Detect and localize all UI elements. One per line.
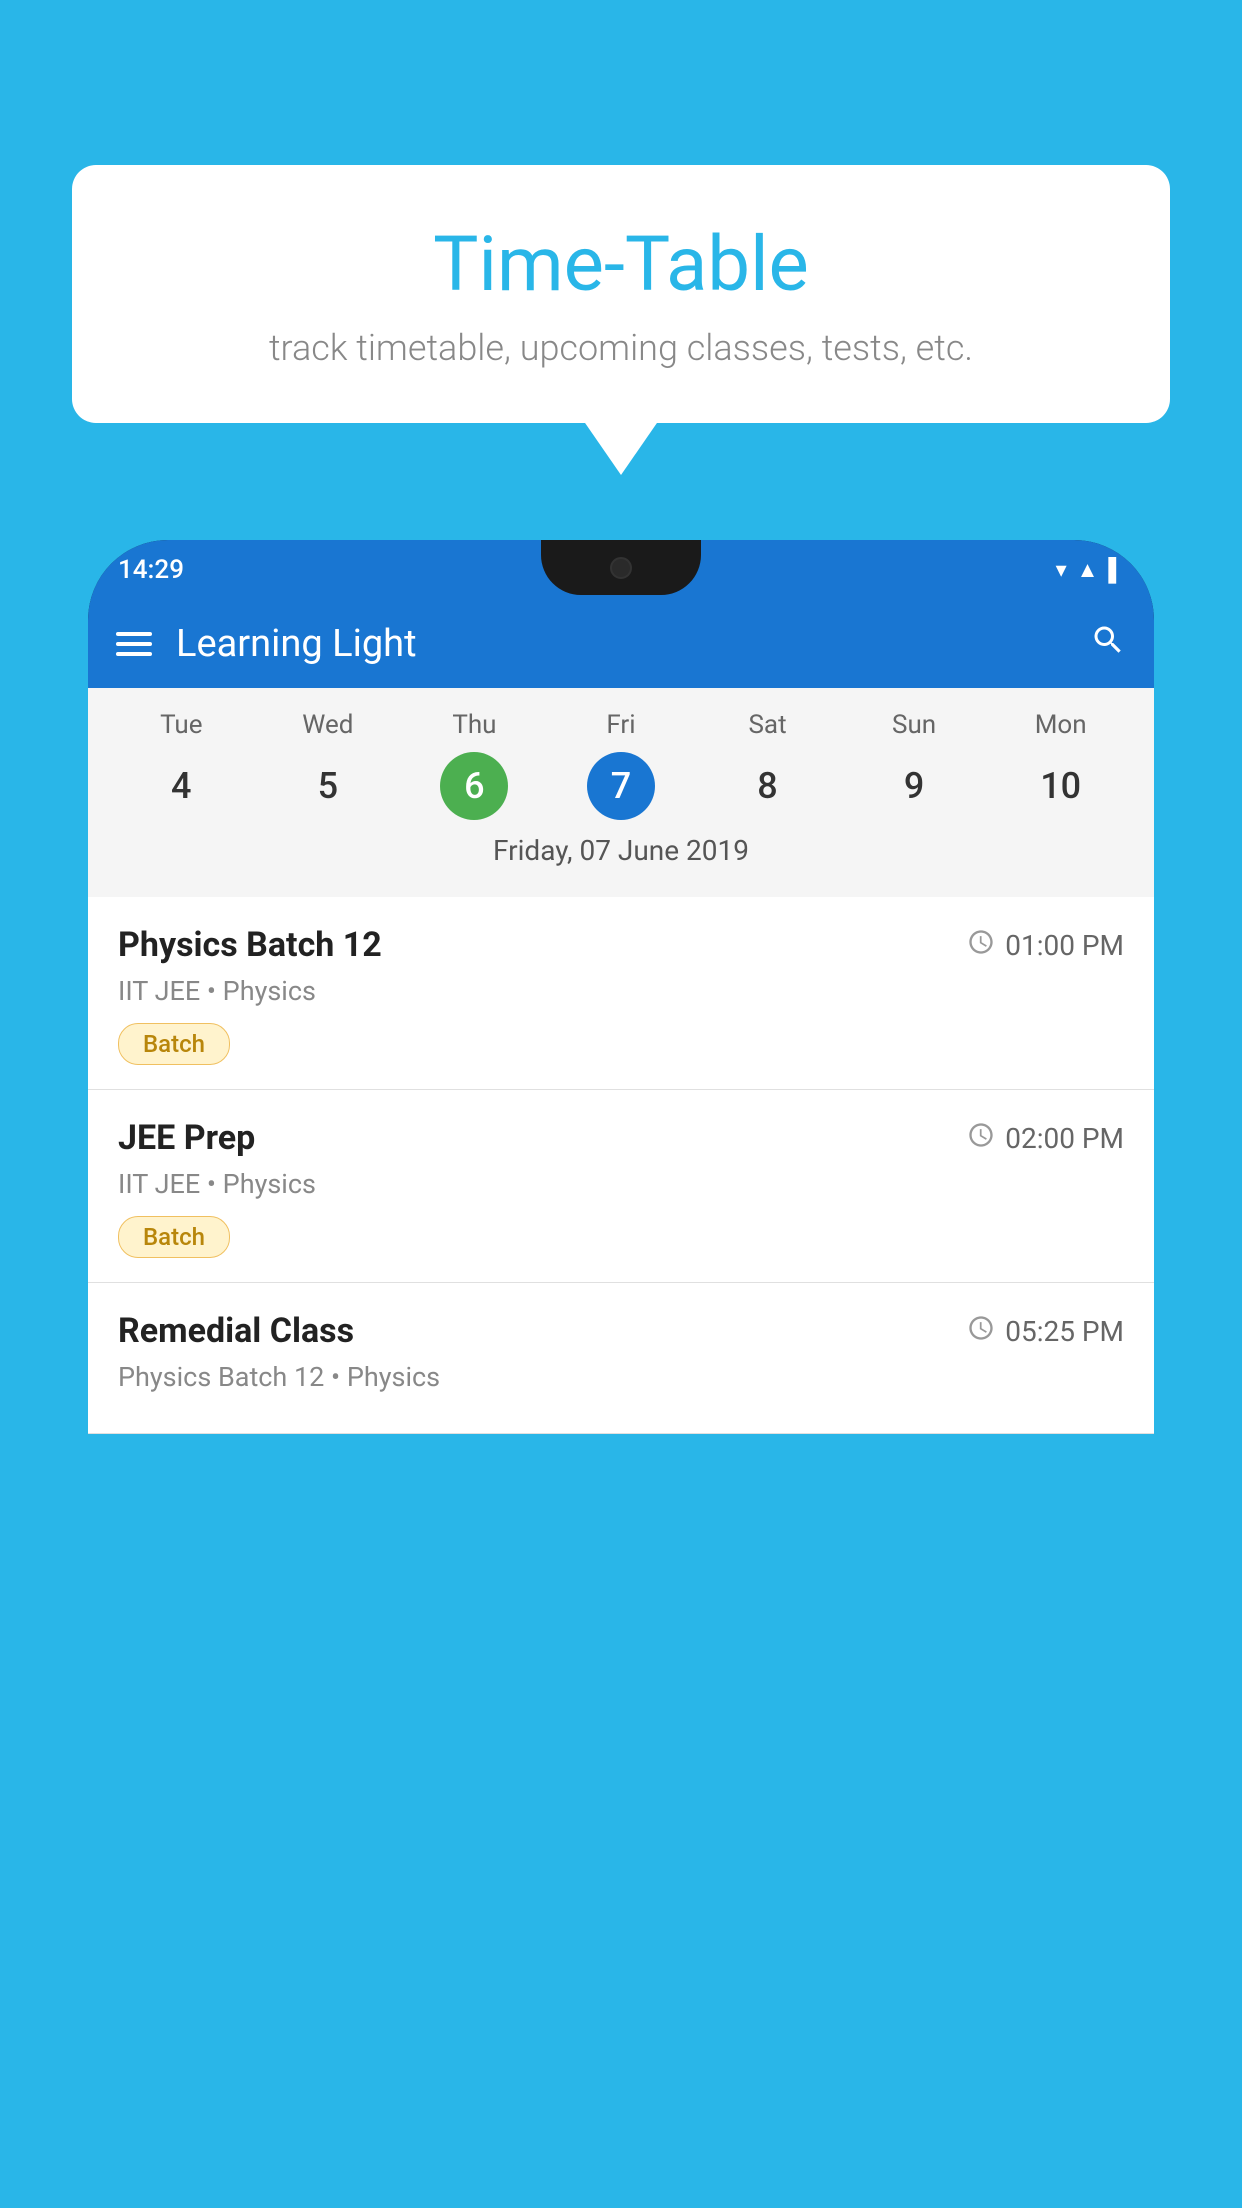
schedule-item-title: Physics Batch 12 — [118, 925, 382, 965]
day-row: Tue 4 Wed 5 Thu 6 Fri 7 Sat 8 Sun 9 Mon 10 — [88, 710, 1154, 820]
menu-icon[interactable] — [116, 632, 152, 656]
clock-icon — [967, 928, 995, 963]
day-number: 4 — [147, 752, 215, 820]
day-number: 7 — [587, 752, 655, 820]
day-label: Tue — [160, 710, 202, 740]
speech-bubble-container: Time-Table track timetable, upcoming cla… — [72, 165, 1170, 423]
schedule-item-time: 05:25 PM — [967, 1314, 1124, 1349]
schedule-item-0[interactable]: Physics Batch 12 01:00 PM IIT JEE • Phys… — [88, 897, 1154, 1090]
app-title: Learning Light — [176, 622, 417, 666]
schedule-item-meta: Physics Batch 12 • Physics — [118, 1361, 1124, 1393]
hamburger-line-1 — [116, 632, 152, 636]
schedule-item-title: Remedial Class — [118, 1311, 354, 1351]
selected-date-label: Friday, 07 June 2019 — [88, 820, 1154, 885]
day-number: 10 — [1027, 752, 1095, 820]
day-col-mon[interactable]: Mon 10 — [1027, 710, 1095, 820]
time-text: 02:00 PM — [1005, 1122, 1124, 1155]
batch-badge: Batch — [118, 1216, 230, 1258]
status-time: 14:29 — [118, 555, 184, 585]
time-text: 01:00 PM — [1005, 929, 1124, 962]
day-col-wed[interactable]: Wed 5 — [294, 710, 362, 820]
day-label: Sat — [748, 710, 786, 740]
calendar-strip: Tue 4 Wed 5 Thu 6 Fri 7 Sat 8 Sun 9 Mon 10 Friday, 07… — [88, 688, 1154, 897]
day-col-thu[interactable]: Thu 6 — [440, 710, 508, 820]
app-header: Learning Light — [88, 600, 1154, 688]
schedule-item-meta: IIT JEE • Physics — [118, 975, 1124, 1007]
day-col-sun[interactable]: Sun 9 — [880, 710, 948, 820]
day-number: 6 — [440, 752, 508, 820]
phone-container: 14:29 ▾ ▲ ▌ Learning Light — [88, 540, 1154, 2208]
signal-icon: ▲ — [1077, 557, 1099, 583]
hamburger-line-2 — [116, 642, 152, 646]
schedule-item-header: JEE Prep 02:00 PM — [118, 1118, 1124, 1158]
hamburger-line-3 — [116, 652, 152, 656]
day-label: Fri — [606, 710, 635, 740]
day-col-sat[interactable]: Sat 8 — [734, 710, 802, 820]
clock-icon — [967, 1121, 995, 1156]
search-button[interactable] — [1090, 622, 1126, 667]
schedule-item-time: 01:00 PM — [967, 928, 1124, 963]
speech-bubble: Time-Table track timetable, upcoming cla… — [72, 165, 1170, 423]
day-label: Wed — [302, 710, 353, 740]
day-col-tue[interactable]: Tue 4 — [147, 710, 215, 820]
battery-icon: ▌ — [1108, 557, 1124, 583]
batch-badge: Batch — [118, 1023, 230, 1065]
day-label: Thu — [452, 710, 496, 740]
day-number: 5 — [294, 752, 362, 820]
phone-notch — [541, 540, 701, 595]
day-number: 9 — [880, 752, 948, 820]
bubble-title: Time-Table — [132, 219, 1110, 309]
front-camera — [610, 557, 632, 579]
schedule-item-title: JEE Prep — [118, 1118, 255, 1158]
day-number: 8 — [734, 752, 802, 820]
schedule-item-1[interactable]: JEE Prep 02:00 PM IIT JEE • Physics Batc… — [88, 1090, 1154, 1283]
status-icons: ▾ ▲ ▌ — [1056, 557, 1124, 583]
day-col-fri[interactable]: Fri 7 — [587, 710, 655, 820]
wifi-icon: ▾ — [1056, 558, 1067, 583]
schedule-item-header: Remedial Class 05:25 PM — [118, 1311, 1124, 1351]
bubble-subtitle: track timetable, upcoming classes, tests… — [132, 327, 1110, 369]
schedule-item-time: 02:00 PM — [967, 1121, 1124, 1156]
schedule-item-meta: IIT JEE • Physics — [118, 1168, 1124, 1200]
time-text: 05:25 PM — [1005, 1315, 1124, 1348]
schedule-item-2[interactable]: Remedial Class 05:25 PM Physics Batch 12… — [88, 1283, 1154, 1434]
day-label: Mon — [1035, 710, 1087, 740]
app-header-left: Learning Light — [116, 622, 417, 666]
schedule-list: Physics Batch 12 01:00 PM IIT JEE • Phys… — [88, 897, 1154, 1434]
day-label: Sun — [892, 710, 936, 740]
schedule-item-header: Physics Batch 12 01:00 PM — [118, 925, 1124, 965]
phone-outer-wrap: 14:29 ▾ ▲ ▌ Learning Light — [88, 540, 1154, 1434]
phone-body: Tue 4 Wed 5 Thu 6 Fri 7 Sat 8 Sun 9 Mon 10 Friday, 07… — [88, 688, 1154, 1434]
clock-icon — [967, 1314, 995, 1349]
